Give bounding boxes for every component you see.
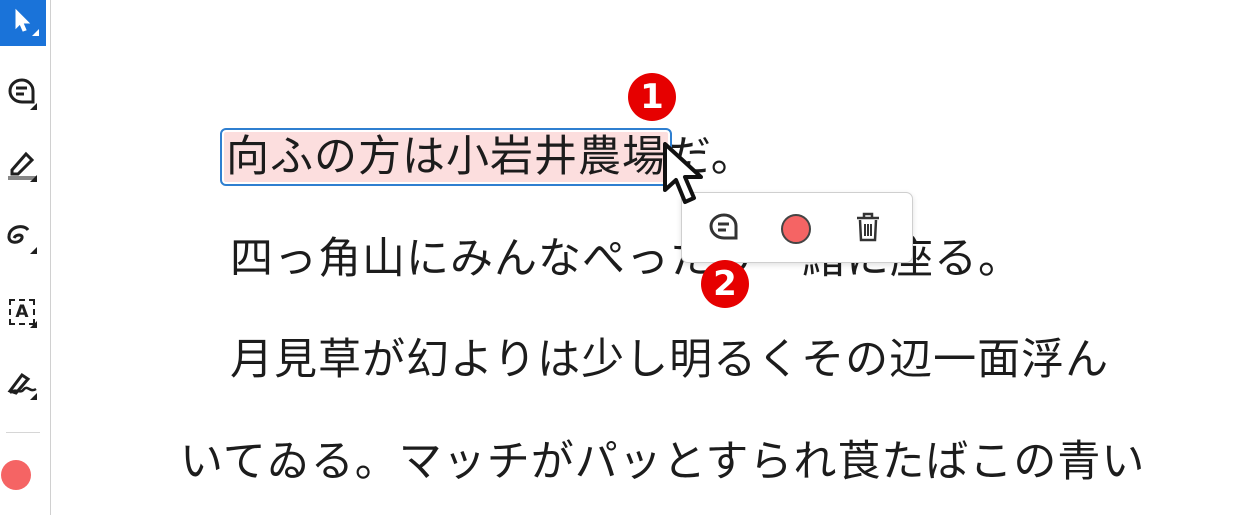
current-color-swatch[interactable] <box>1 460 31 490</box>
toolbar-divider <box>6 432 40 433</box>
cursor-arrow-icon <box>12 8 34 38</box>
annotation-toolbar: A <box>0 0 51 515</box>
comment-bubble-icon <box>708 212 740 246</box>
highlight-tool-button[interactable] <box>0 140 44 192</box>
callout-badge-2: 2 <box>701 260 749 308</box>
text-line-4: いてゐる。マッチがパッとすられ莨たばこの青い <box>180 437 1146 487</box>
freehand-tool-button[interactable] <box>0 212 44 264</box>
signature-tool-button[interactable] <box>0 358 44 410</box>
mouse-pointer-icon <box>663 142 703 204</box>
add-comment-button[interactable] <box>706 211 742 247</box>
select-tool-button[interactable] <box>0 0 46 46</box>
color-picker-button[interactable] <box>778 211 814 247</box>
textbox-tool-button[interactable]: A <box>0 286 44 338</box>
highlighted-text-annotation[interactable]: 向ふの方は小岩井農場 <box>220 128 672 186</box>
callout-badge-1: 1 <box>628 73 676 121</box>
color-dot-icon <box>781 214 811 244</box>
annotation-popup-menu <box>681 192 913 263</box>
trash-icon <box>854 211 882 247</box>
comment-tool-button[interactable] <box>0 68 44 120</box>
delete-button[interactable] <box>850 211 886 247</box>
text-line-3: 月見草が幻よりは少し明るくその辺一面浮ん <box>230 335 1110 385</box>
